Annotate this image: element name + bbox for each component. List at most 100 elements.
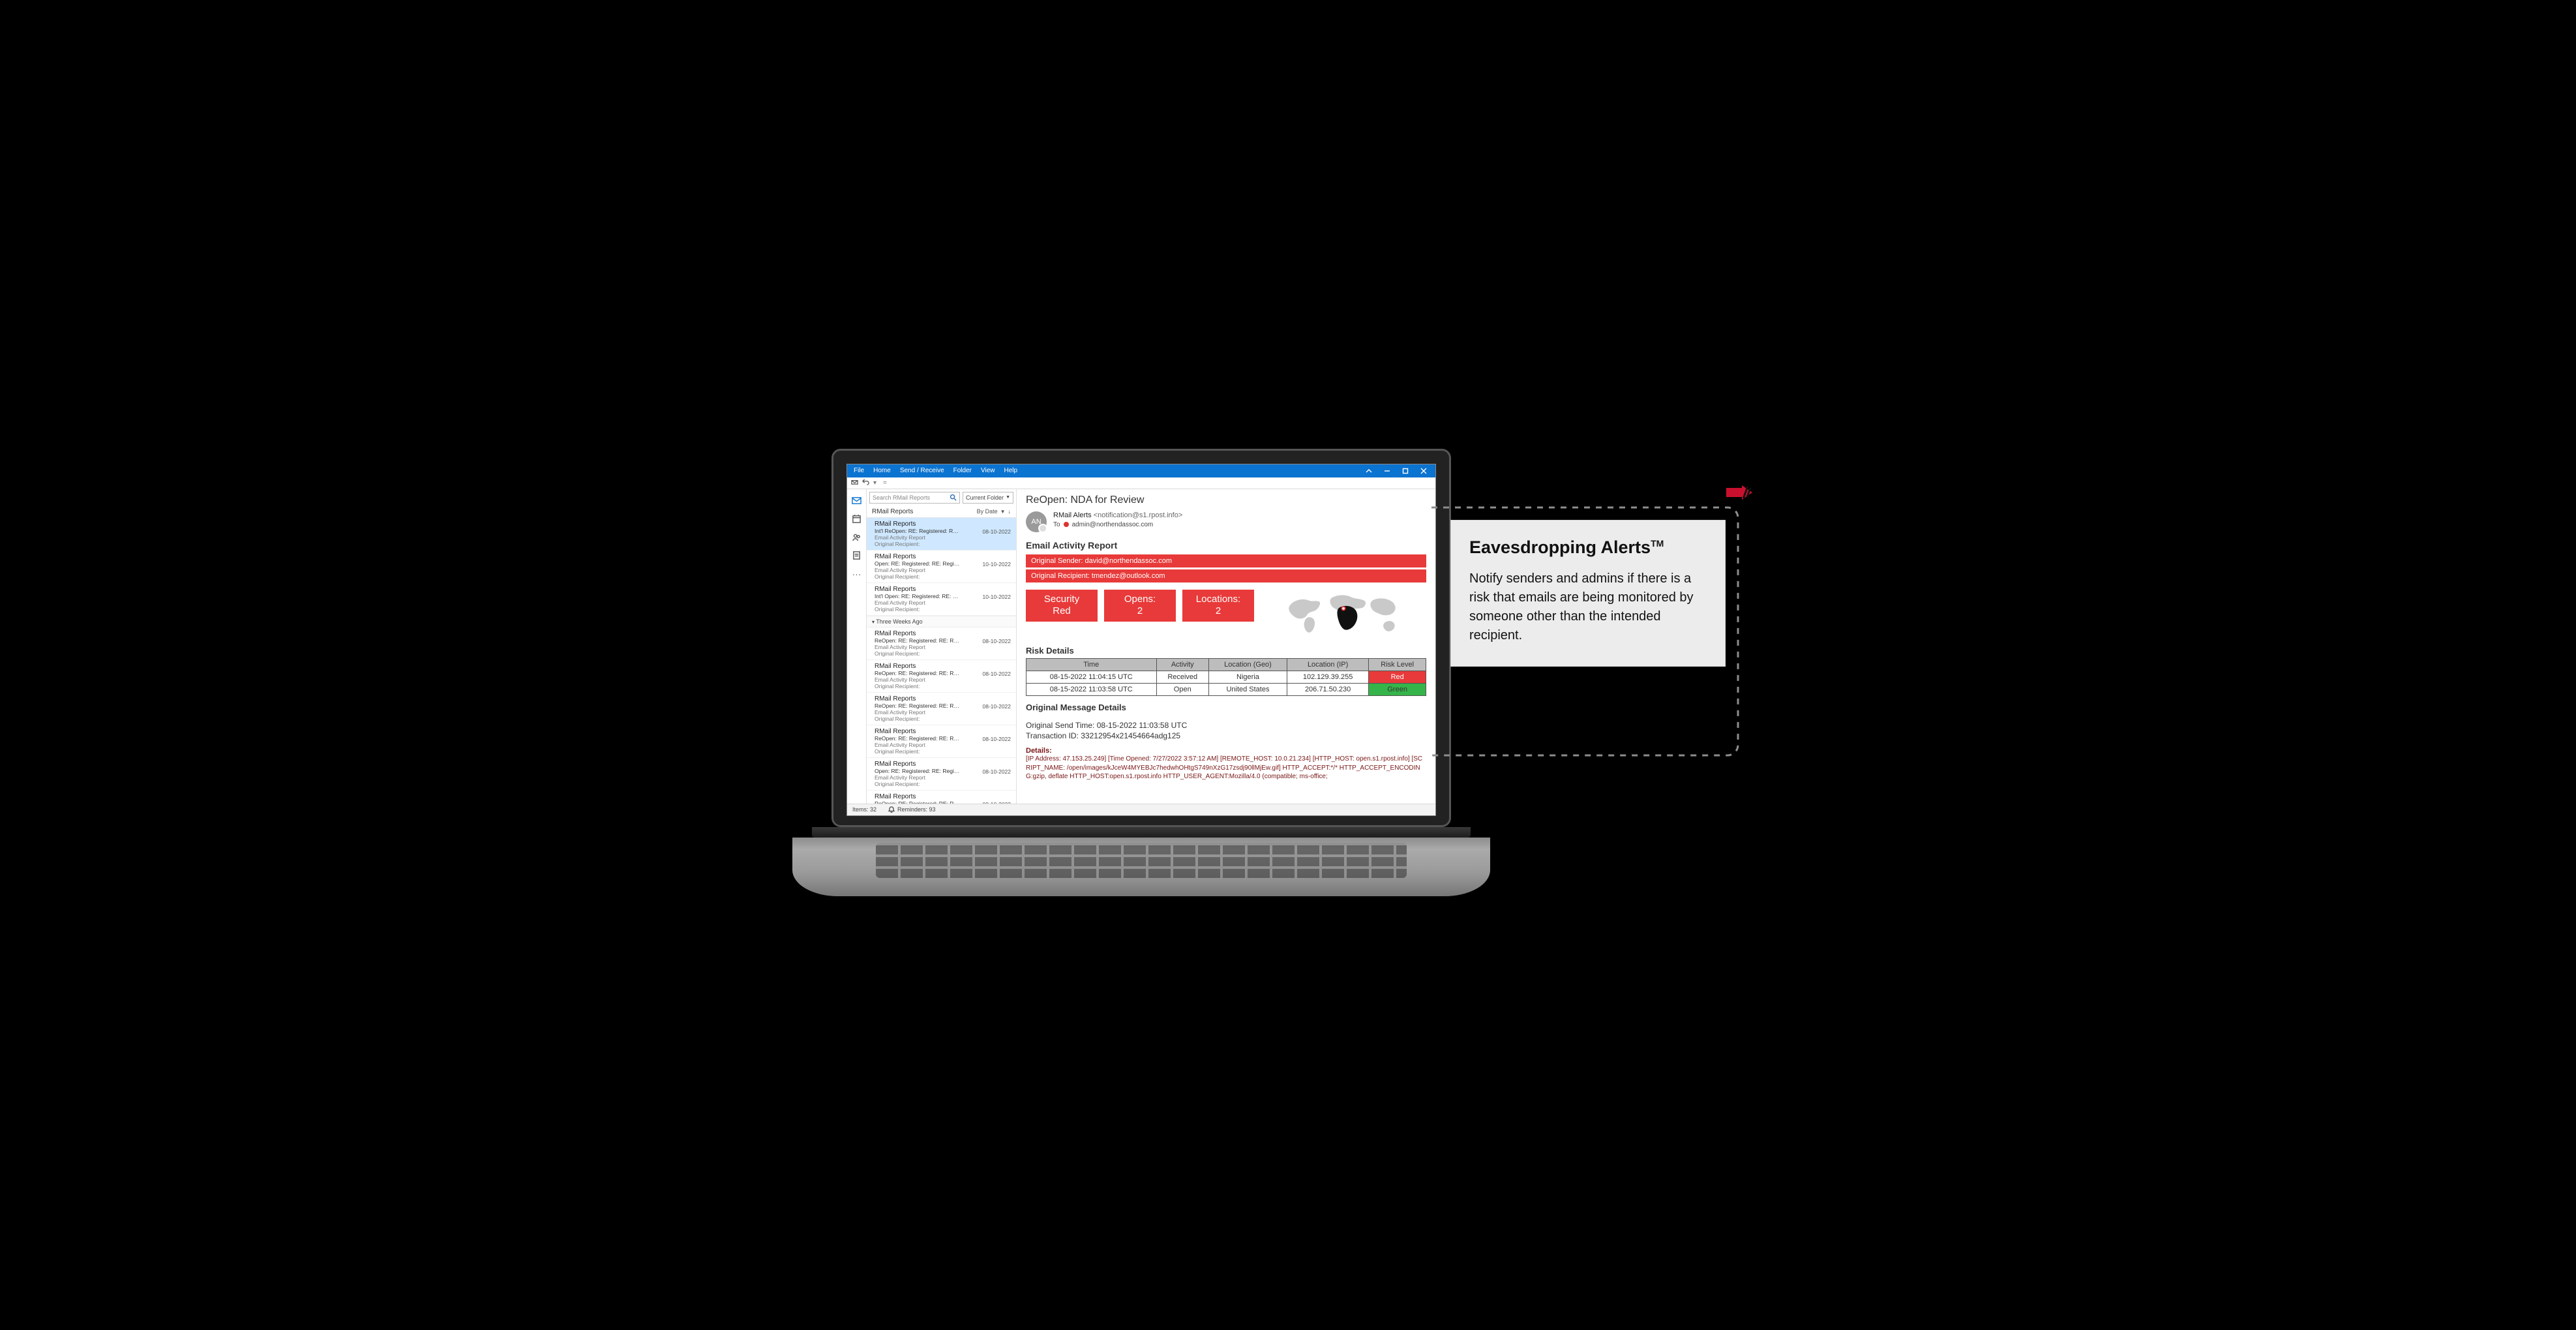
list-item[interactable]: RMail ReportsReOpen: RE: Registered: RE:…	[867, 627, 1016, 660]
list-item-title: RMail Reports	[875, 586, 1012, 593]
callout-body: Notify senders and admins if there is a …	[1469, 569, 1707, 645]
list-item-line3: Email Activity Report	[875, 709, 1012, 716]
list-item-preview: ReOpen: RE: Registered: RE: R…	[875, 703, 972, 709]
original-sender-bar: Original Sender: david@northendassoc.com	[1026, 554, 1426, 567]
presence-icon	[1064, 522, 1069, 527]
arrow-icon	[1726, 485, 1754, 503]
menu-send-receive[interactable]: Send / Receive	[900, 467, 944, 474]
list-item-preview: ReOpen: RE: Registered: RE: R…	[875, 800, 972, 804]
rail-tasks-icon[interactable]	[852, 551, 862, 561]
outlook-window: File Home Send / Receive Folder View Hel…	[846, 464, 1436, 816]
list-item-preview: Int'l Open: RE: Registered: RE: …	[875, 593, 972, 599]
list-item-line4: Original Recipient:	[875, 683, 1012, 689]
list-item-line4: Original Recipient:	[875, 650, 1012, 657]
menu-view[interactable]: View	[981, 467, 995, 474]
menu-file[interactable]: File	[854, 467, 864, 474]
sort-direction-icon[interactable]: ▼	[1000, 509, 1006, 515]
list-item[interactable]: RMail ReportsReOpen: RE: Registered: RE:…	[867, 791, 1016, 804]
menu-home[interactable]: Home	[873, 467, 891, 474]
table-header: Location (Geo)	[1208, 658, 1287, 671]
list-item[interactable]: RMail ReportsInt'l ReOpen: RE: Registere…	[867, 518, 1016, 551]
list-item-date: 08-10-2022	[983, 528, 1011, 535]
bell-icon	[888, 806, 895, 813]
folder-title: RMail Reports	[872, 508, 913, 515]
list-item[interactable]: RMail ReportsOpen: RE: Registered: RE: R…	[867, 758, 1016, 791]
list-item-preview: Int'l ReOpen: RE: Registered: R…	[875, 528, 972, 534]
rail-calendar-icon[interactable]	[852, 514, 862, 524]
list-item[interactable]: RMail ReportsReOpen: RE: Registered: RE:…	[867, 725, 1016, 758]
list-item-line4: Original Recipient:	[875, 716, 1012, 722]
list-item-preview: ReOpen: RE: Registered: RE: R…	[875, 735, 972, 742]
original-message-title: Original Message Details	[1026, 703, 1426, 712]
rail-people-icon[interactable]	[852, 532, 862, 543]
qat-send-receive-icon[interactable]	[851, 478, 858, 487]
qat-undo-icon[interactable]	[862, 478, 869, 487]
rail-more-icon[interactable]: ···	[852, 569, 862, 579]
message-subject: ReOpen: NDA for Review	[1026, 494, 1426, 506]
status-bar: Items: 32 Reminders: 93	[847, 804, 1435, 815]
list-item-preview: Open: RE: Registered: RE: Regi…	[875, 560, 972, 567]
list-item-title: RMail Reports	[875, 521, 1012, 528]
status-item-count: Items: 32	[852, 806, 876, 813]
rail-mail-icon[interactable]	[852, 496, 862, 506]
list-item[interactable]: RMail ReportsReOpen: RE: Registered: RE:…	[867, 660, 1016, 693]
menu-help[interactable]: Help	[1004, 467, 1018, 474]
laptop-mockup: File Home Send / Receive Folder View Hel…	[831, 449, 1451, 896]
close-button[interactable]	[1415, 464, 1433, 477]
avatar: AN	[1026, 511, 1047, 532]
original-recipient-bar: Original Recipient: tmendez@outlook.com	[1026, 569, 1426, 582]
minimize-button[interactable]	[1378, 464, 1396, 477]
sort-by[interactable]: By Date	[977, 508, 998, 515]
ribbon-collapse-icon[interactable]	[1360, 464, 1378, 477]
maximize-button[interactable]	[1396, 464, 1415, 477]
table-header: Location (IP)	[1287, 658, 1368, 671]
list-item-date: 08-10-2022	[983, 638, 1011, 644]
from-address: <notification@s1.rpost.info>	[1094, 511, 1183, 519]
list-item-line4: Original Recipient:	[875, 781, 1012, 787]
table-row: 08-15-2022 11:03:58 UTCOpenUnited States…	[1026, 683, 1426, 695]
list-item-date: 08-10-2022	[983, 703, 1011, 710]
list-item-line3: Email Activity Report	[875, 599, 1012, 606]
list-divider[interactable]: Three Weeks Ago	[867, 616, 1016, 627]
sort-arrow-icon[interactable]: ↓	[1008, 508, 1011, 515]
search-scope-dropdown[interactable]: Current Folder ▼	[963, 492, 1013, 504]
from-name: RMail Alerts	[1053, 511, 1092, 519]
list-item-line4: Original Recipient:	[875, 748, 1012, 755]
list-item[interactable]: RMail ReportsReOpen: RE: Registered: RE:…	[867, 693, 1016, 725]
list-item-title: RMail Reports	[875, 663, 1012, 670]
list-item-title: RMail Reports	[875, 695, 1012, 703]
list-item-title: RMail Reports	[875, 793, 1012, 800]
list-item-date: 10-10-2022	[983, 561, 1011, 567]
search-icon	[950, 494, 957, 501]
list-item[interactable]: RMail ReportsInt'l Open: RE: Registered:…	[867, 583, 1016, 616]
table-row: 08-15-2022 11:04:15 UTCReceivedNigeria10…	[1026, 671, 1426, 683]
callout-panel: Eavesdropping AlertsTM Notify senders an…	[1431, 494, 1745, 768]
risk-details-title: Risk Details	[1026, 646, 1426, 656]
list-item-title: RMail Reports	[875, 630, 1012, 637]
list-item-line3: Email Activity Report	[875, 644, 1012, 650]
risk-level-cell: Red	[1369, 671, 1426, 683]
search-input[interactable]: Search RMail Reports	[869, 492, 960, 504]
transaction-id: Transaction ID: 33212954x21454664adg125	[1026, 731, 1426, 742]
risk-table: TimeActivityLocation (Geo)Location (IP)R…	[1026, 658, 1426, 696]
details-body: [IP Address: 47.153.25.249] [Time Opened…	[1026, 755, 1426, 781]
list-item-preview: Open: RE: Registered: RE: Regi…	[875, 768, 972, 774]
quick-access-toolbar: ▾ =	[847, 477, 1435, 489]
original-send-time: Original Send Time: 08-15-2022 11:03:58 …	[1026, 720, 1426, 731]
menu-folder[interactable]: Folder	[953, 467, 972, 474]
list-item-line4: Original Recipient:	[875, 541, 1012, 547]
table-header: Risk Level	[1369, 658, 1426, 671]
list-item-line4: Original Recipient:	[875, 573, 1012, 580]
list-item-date: 08-10-2022	[983, 736, 1011, 742]
table-header: Activity	[1156, 658, 1208, 671]
list-item-date: 10-10-2022	[983, 594, 1011, 600]
details-label: Details:	[1026, 747, 1426, 755]
callout-title: Eavesdropping AlertsTM	[1469, 537, 1707, 558]
nav-rail: ···	[847, 489, 867, 804]
list-item[interactable]: RMail ReportsOpen: RE: Registered: RE: R…	[867, 551, 1016, 583]
list-item-title: RMail Reports	[875, 761, 1012, 768]
reading-pane: ReOpen: NDA for Review AN RMail Alerts <…	[1017, 489, 1435, 804]
list-item-preview: ReOpen: RE: Registered: RE: R…	[875, 670, 972, 676]
to-label: To	[1053, 521, 1060, 528]
to-address: admin@northendassoc.com	[1072, 521, 1154, 528]
